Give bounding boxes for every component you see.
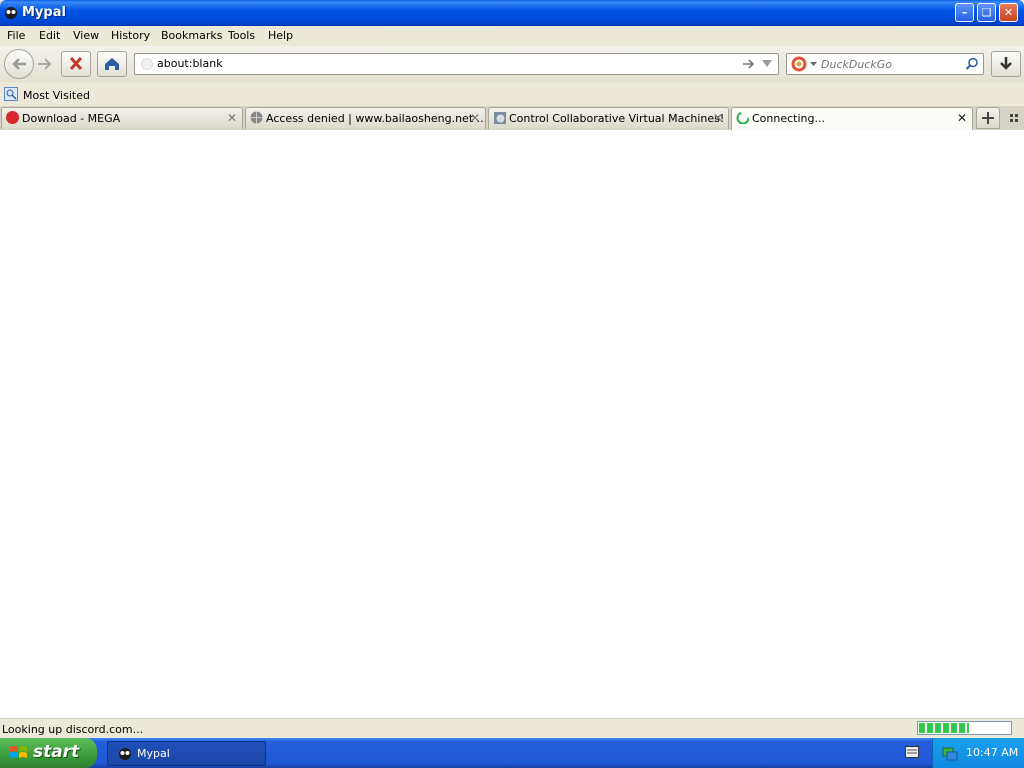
search-bar[interactable] [786, 53, 984, 75]
tab-label: Download - MEGA [22, 112, 121, 125]
menu-edit[interactable]: Edit [39, 29, 60, 42]
menu-help[interactable]: Help [268, 29, 293, 42]
system-tray: 10:47 AM [932, 738, 1024, 768]
back-icon [12, 58, 26, 70]
tab-connecting[interactable]: Connecting... ✕ [731, 107, 973, 130]
home-button[interactable] [97, 51, 127, 77]
restore-button[interactable]: ❏ [977, 3, 996, 22]
list-all-tabs-button[interactable] [1007, 111, 1021, 125]
taskbar-button-label: Mypal [137, 747, 170, 760]
page-content[interactable] [0, 130, 1024, 718]
keyboard-icon[interactable] [905, 746, 919, 758]
tab-close-button[interactable]: ✕ [470, 111, 480, 125]
engine-dropdown-icon[interactable] [810, 62, 817, 67]
search-input[interactable] [821, 57, 956, 71]
close-window-button[interactable]: ✕ [999, 3, 1018, 22]
start-label: start [33, 742, 80, 762]
tab-grid-icon [1010, 114, 1018, 122]
downloads-button[interactable] [991, 51, 1021, 77]
tab-control-vm[interactable]: Control Collaborative Virtual Machines! … [488, 107, 729, 129]
vm-icon [494, 112, 506, 124]
tab-label: Access denied | www.bailaosheng.net ... [266, 112, 486, 125]
menu-history[interactable]: History [111, 29, 150, 42]
forward-icon [38, 58, 52, 70]
tab-close-button[interactable]: ✕ [227, 111, 237, 125]
back-button[interactable] [4, 49, 34, 79]
tab-mega[interactable]: Download - MEGA ✕ [1, 107, 243, 129]
tab-close-button[interactable]: ✕ [713, 111, 723, 125]
new-tab-icon [982, 112, 994, 124]
duckduckgo-icon[interactable] [791, 56, 807, 72]
status-bar [0, 718, 1024, 739]
dropdown-icon[interactable] [762, 60, 772, 68]
bookmarks-toolbar [0, 84, 1024, 106]
network-icon[interactable] [942, 745, 958, 761]
menu-tools[interactable]: Tools [228, 29, 255, 42]
new-tab-button[interactable] [976, 107, 1000, 129]
windows-logo-icon [10, 746, 27, 758]
most-visited-icon [4, 87, 18, 101]
progress-bar [917, 721, 1012, 735]
forward-button[interactable] [34, 53, 56, 75]
status-text: Looking up discord.com... [2, 723, 144, 736]
stop-icon [69, 56, 83, 71]
tab-label: Connecting... [752, 112, 825, 125]
page-icon [141, 58, 153, 70]
tab-close-button[interactable]: ✕ [957, 111, 967, 125]
menu-bookmarks[interactable]: Bookmarks [161, 29, 222, 42]
tab-label: Control Collaborative Virtual Machines! [509, 112, 725, 125]
mega-icon [6, 111, 19, 124]
stop-button[interactable] [61, 51, 91, 77]
menu-file[interactable]: File [7, 29, 25, 42]
start-button[interactable]: start [0, 738, 97, 768]
title-bar[interactable] [0, 0, 1024, 26]
window-title: Mypal [22, 5, 66, 20]
url-input[interactable] [157, 56, 717, 71]
minimize-button[interactable]: – [955, 3, 974, 22]
menu-bar [0, 26, 1024, 46]
mypal-icon [4, 6, 18, 20]
loading-icon [736, 111, 749, 124]
most-visited-bookmark[interactable]: Most Visited [23, 89, 90, 102]
tab-access-denied[interactable]: Access denied | www.bailaosheng.net ... … [245, 107, 486, 129]
download-icon [1000, 57, 1012, 70]
home-icon [105, 58, 119, 70]
globe-icon [250, 111, 263, 124]
menu-view[interactable]: View [73, 29, 99, 42]
progress-fill [919, 723, 970, 733]
taskbar-button-mypal[interactable]: Mypal [107, 741, 266, 766]
clock: 10:47 AM [966, 746, 1019, 759]
go-arrow-icon[interactable] [742, 58, 756, 70]
url-bar[interactable] [134, 53, 779, 75]
mypal-icon [119, 748, 131, 760]
search-icon[interactable] [965, 57, 979, 71]
